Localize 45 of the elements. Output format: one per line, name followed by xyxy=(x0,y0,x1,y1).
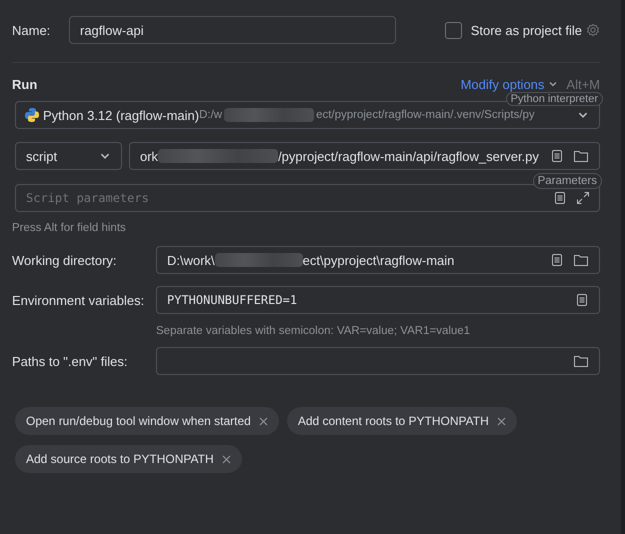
modify-options-link[interactable]: Modify options xyxy=(460,76,544,92)
chevron-down-icon xyxy=(548,79,558,89)
env-files-label: Paths to ".env" files: xyxy=(12,354,128,368)
option-chip[interactable]: Add content roots to PYTHONPATH xyxy=(286,407,517,435)
store-label[interactable]: Store as project file xyxy=(470,22,582,38)
document-icon[interactable] xyxy=(553,191,567,205)
name-field[interactable]: ragflow-api xyxy=(69,16,396,44)
script-path: /pyproject/ragflow-main/api/ragflow_server.py xyxy=(278,148,539,164)
document-icon[interactable] xyxy=(575,293,589,307)
working-directory-label: Working directory: xyxy=(12,252,118,268)
folder-icon[interactable] xyxy=(573,354,589,368)
environment-variables-field[interactable]: PYTHONUNBUFFERED=1 xyxy=(156,286,600,314)
document-icon[interactable] xyxy=(550,253,564,267)
close-icon[interactable] xyxy=(496,416,506,426)
hint-text: Press Alt for field hints xyxy=(12,222,127,234)
hint-text: Separate variables with semicolon: VAR=value; VAR1=value1 xyxy=(156,325,472,337)
folder-icon[interactable] xyxy=(573,149,589,163)
interpreter-path: ect/pyproject/ragflow-main/.venv/Scripts/py xyxy=(316,109,535,121)
shortcut-label: Alt+M xyxy=(566,76,600,92)
working-directory-field[interactable]: D:\work\ ect\pyproject\ragflow-main xyxy=(156,246,600,274)
expand-icon[interactable] xyxy=(576,191,590,205)
script-parameters-field[interactable]: Script parameters xyxy=(15,184,600,212)
directory-path: ect\pyproject\ragflow-main xyxy=(302,252,454,268)
script-type-value: script xyxy=(26,148,58,164)
script-type-dropdown[interactable]: script xyxy=(15,142,122,170)
tooltip: Python interpreter xyxy=(506,92,603,106)
close-icon[interactable] xyxy=(258,416,268,426)
environment-variables-label: Environment variables: xyxy=(12,292,146,308)
document-icon[interactable] xyxy=(550,149,564,163)
interpreter-path: D:/w xyxy=(199,109,222,121)
close-icon[interactable] xyxy=(222,454,231,464)
script-path: ork xyxy=(140,148,158,164)
section-title: Run xyxy=(12,76,38,92)
environment-value: PYTHONUNBUFFERED=1 xyxy=(167,293,298,307)
interpreter-name: Python 3.12 (ragflow-main) xyxy=(43,108,200,122)
directory-path: D:\work\ xyxy=(167,252,215,268)
gear-icon[interactable] xyxy=(586,23,600,37)
tooltip: Parameters xyxy=(532,173,602,189)
folder-icon[interactable] xyxy=(573,253,589,267)
option-chip[interactable]: Open run/debug tool window when started xyxy=(15,407,279,435)
python-icon xyxy=(24,107,40,123)
name-label: Name: xyxy=(12,22,52,38)
option-chip[interactable]: Add source roots to PYTHONPATH xyxy=(15,445,242,473)
store-checkbox[interactable] xyxy=(444,22,462,38)
env-files-field[interactable] xyxy=(156,347,600,375)
